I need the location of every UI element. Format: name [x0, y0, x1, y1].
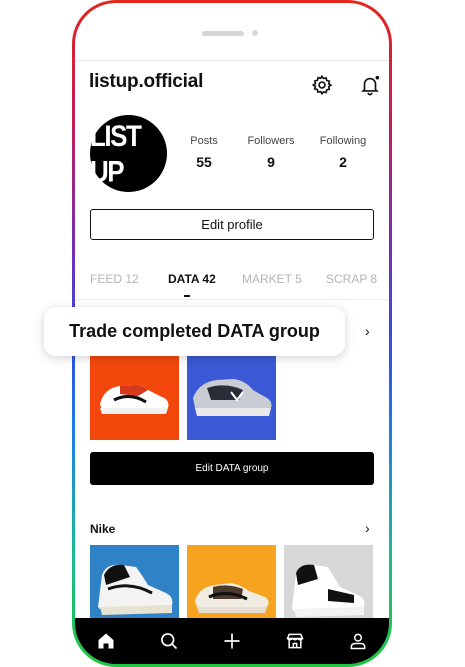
- stat-label: Posts: [190, 135, 218, 147]
- tab-market[interactable]: MARKET 5: [242, 272, 302, 286]
- profile-header: listup.official: [89, 71, 380, 99]
- stat-followers[interactable]: Followers 9: [236, 135, 306, 170]
- user-icon[interactable]: [346, 629, 370, 653]
- stat-label: Following: [319, 135, 367, 147]
- home-icon[interactable]: [94, 629, 118, 653]
- stat-following[interactable]: Following 2: [308, 135, 378, 170]
- tab-scrap[interactable]: SCRAP 8: [326, 272, 377, 286]
- bottom-navigation: [75, 618, 389, 664]
- tab-feed[interactable]: FEED 12: [90, 272, 139, 286]
- gear-icon[interactable]: [311, 74, 333, 96]
- avatar-logo-text: LIST UP: [90, 117, 142, 188]
- chevron-right-icon[interactable]: ›: [365, 520, 370, 536]
- stat-posts[interactable]: Posts 55: [169, 135, 239, 170]
- top-divider: [75, 60, 389, 61]
- stat-label: Followers: [247, 135, 295, 147]
- active-tab-indicator: [184, 295, 190, 297]
- profile-summary: LIST UP Posts 55 Followers 9 Following 2: [90, 115, 389, 195]
- stat-value: 2: [339, 154, 347, 170]
- phone-notch: [202, 29, 262, 37]
- section-title-nike: Nike: [90, 522, 116, 536]
- profile-tabs: FEED 12 DATA 42 MARKET 5 SCRAP 8: [75, 265, 389, 300]
- edit-data-group-button[interactable]: Edit DATA group: [90, 452, 374, 485]
- sneaker-image: [193, 379, 272, 416]
- stat-value: 55: [196, 154, 212, 170]
- sneaker-thumbnail[interactable]: [90, 352, 179, 440]
- edit-profile-button[interactable]: Edit profile: [90, 209, 374, 240]
- plus-icon[interactable]: [220, 629, 244, 653]
- chevron-right-icon[interactable]: ›: [365, 323, 370, 339]
- bell-icon[interactable]: [359, 74, 381, 96]
- avatar[interactable]: LIST UP: [90, 115, 167, 192]
- store-icon[interactable]: [283, 629, 307, 653]
- data-group-tooltip: Trade completed DATA group: [44, 307, 345, 356]
- search-icon[interactable]: [157, 629, 181, 653]
- sneaker-image: [100, 384, 169, 414]
- sneaker-thumbnail[interactable]: [187, 352, 276, 440]
- username: listup.official: [89, 71, 204, 92]
- tab-data[interactable]: DATA 42: [168, 272, 216, 286]
- stat-value: 9: [267, 154, 275, 170]
